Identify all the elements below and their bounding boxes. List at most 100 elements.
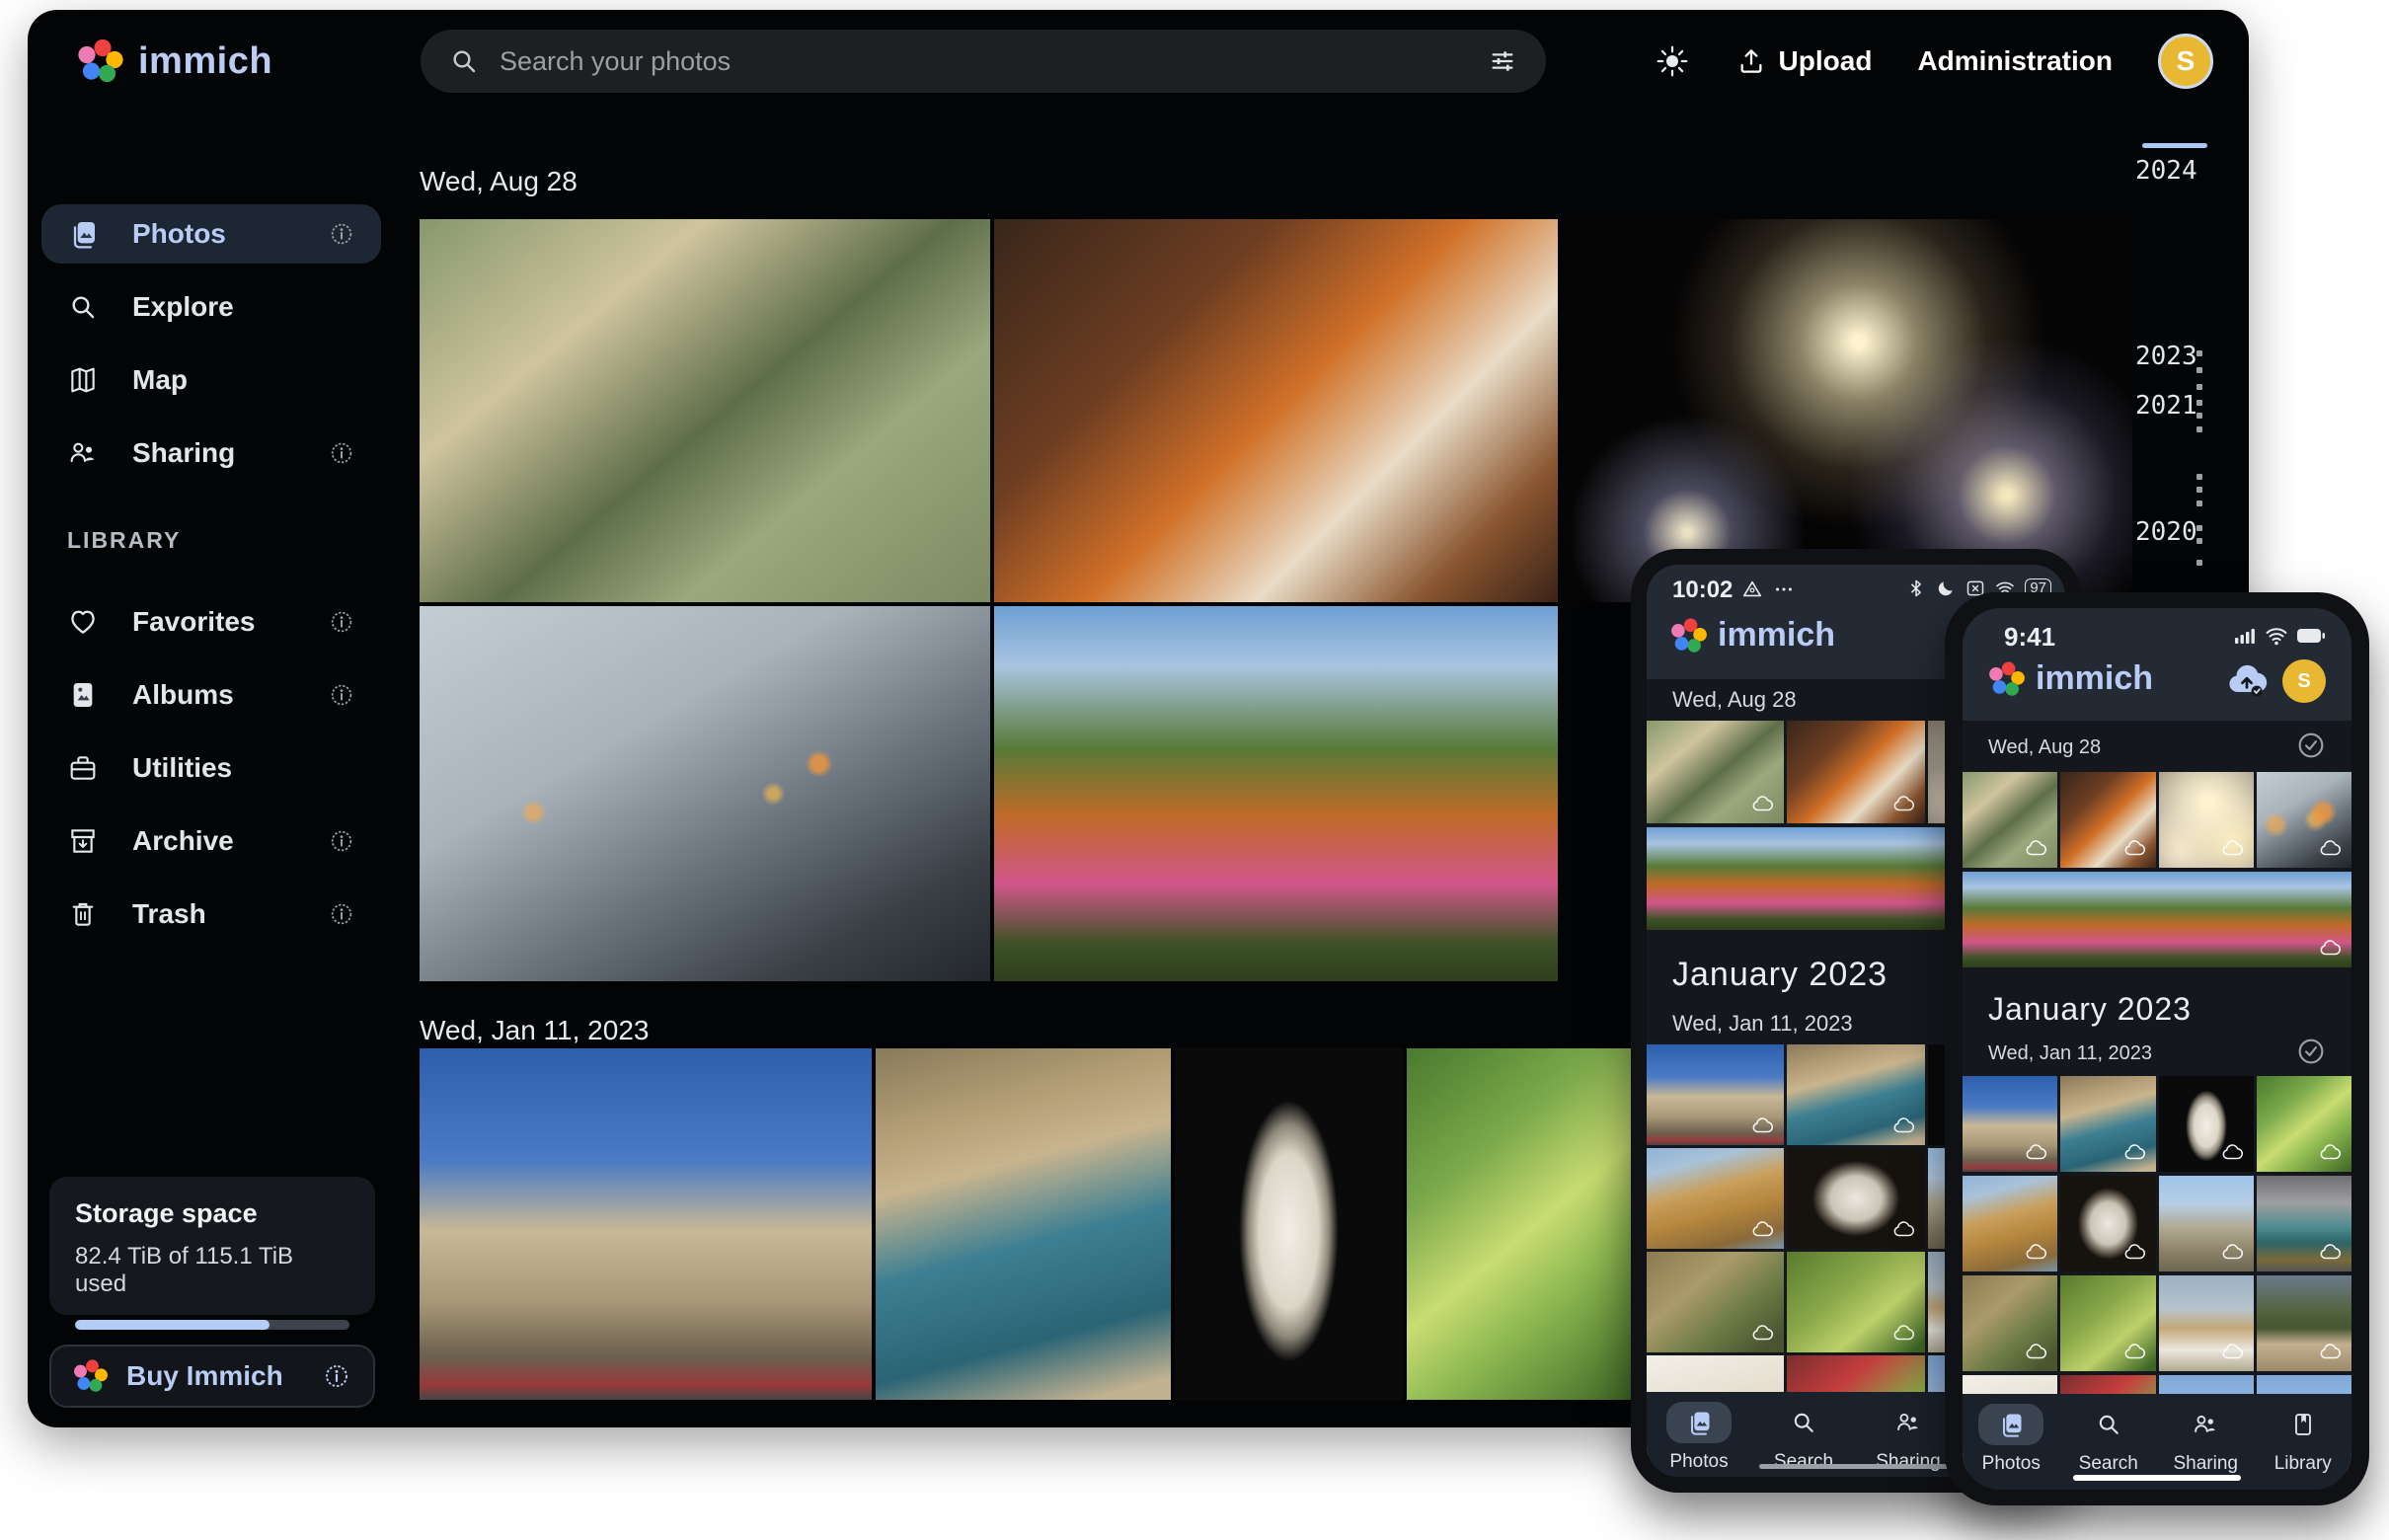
photo-bust[interactable] (2159, 1076, 2254, 1172)
sidebar-item-albums[interactable]: Albums (41, 665, 381, 725)
photo-fortress[interactable] (1647, 1044, 1784, 1145)
photo-alpine[interactable] (2257, 1275, 2351, 1371)
nav-photos[interactable]: Photos (1647, 1402, 1751, 1473)
ios-user-avatar[interactable]: S (2282, 659, 2326, 703)
photo-grapes[interactable] (2257, 1076, 2351, 1172)
heart-icon (67, 606, 99, 638)
nav-label: Sharing (1876, 1451, 1941, 1473)
briefcase-icon (67, 752, 99, 784)
photo-park[interactable] (1963, 872, 2351, 967)
app-brand[interactable]: immich (77, 38, 272, 85)
timeline-year-2020[interactable]: 2020 (2135, 517, 2216, 547)
administration-link[interactable]: Administration (1917, 45, 2113, 77)
ios-status-icons (2233, 624, 2326, 648)
photo-wall[interactable] (2159, 1176, 2254, 1271)
info-icon[interactable] (328, 220, 355, 248)
sidebar-item-sharing[interactable]: Sharing (41, 424, 381, 483)
search-input[interactable]: Search your photos (500, 46, 1467, 77)
photo-fireworks[interactable] (2159, 772, 2254, 868)
info-icon[interactable] (328, 439, 355, 467)
wifi-icon (2265, 624, 2288, 648)
immich-logo-icon (73, 1358, 109, 1394)
ios-month-header: January 2023 (1988, 991, 2192, 1028)
photo-coast[interactable] (2060, 1076, 2155, 1172)
ios-photo-grid (1963, 1176, 2351, 1271)
nav-search[interactable]: Search (1751, 1402, 1856, 1473)
search-filter-icon[interactable] (1487, 45, 1518, 77)
photo-zoo[interactable] (1963, 772, 2057, 868)
search-bar[interactable]: Search your photos (421, 30, 1546, 93)
timeline-dot (2196, 413, 2202, 419)
sidebar-item-favorites[interactable]: Favorites (41, 592, 381, 652)
home-indicator[interactable] (1759, 1464, 1953, 1469)
android-status-left-icons (1741, 578, 1795, 600)
user-avatar[interactable]: S (2158, 34, 2213, 89)
photo-zoo[interactable] (420, 219, 990, 602)
cloud-sync-icon[interactable] (2225, 659, 2269, 703)
info-icon[interactable] (328, 681, 355, 709)
sidebar-label-favorites: Favorites (132, 606, 294, 638)
search-icon (2095, 1411, 2122, 1438)
photo-beach[interactable] (1963, 1176, 2057, 1271)
sidebar-item-trash[interactable]: Trash (41, 885, 381, 944)
photo-zoo[interactable] (1647, 721, 1784, 823)
timeline-year-2021[interactable]: 2021 (2135, 391, 2216, 421)
ios-date-aug28: Wed, Aug 28 (1988, 736, 2101, 759)
timeline-dot (2196, 487, 2202, 493)
photo-sculpture[interactable] (1787, 1148, 1924, 1249)
photo-lizard-moss[interactable] (1787, 1252, 1924, 1352)
ios-photo-grid (1963, 872, 2351, 967)
buy-immich-button[interactable]: Buy Immich (49, 1345, 375, 1408)
timeline-year-2024[interactable]: 2024 (2135, 156, 2216, 186)
trash-icon (67, 898, 99, 930)
photo-fireworks[interactable] (1562, 219, 2132, 602)
photo-dinner[interactable] (994, 219, 1558, 602)
photo-dinner[interactable] (2060, 772, 2155, 868)
nav-search[interactable]: Search (2060, 1404, 2158, 1475)
battery-icon (2296, 628, 2326, 644)
photo-fortress[interactable] (1963, 1076, 2057, 1172)
sidebar-label-sharing: Sharing (132, 437, 294, 469)
info-icon[interactable] (328, 827, 355, 855)
photo-lizard-rocks[interactable] (1963, 1275, 2057, 1371)
select-all-check-icon[interactable] (2294, 729, 2328, 762)
info-icon[interactable] (328, 900, 355, 928)
photo-bust[interactable] (1175, 1048, 1403, 1400)
sidebar-item-photos[interactable]: Photos (41, 204, 381, 264)
android-date-aug28: Wed, Aug 28 (1672, 687, 1797, 713)
sidebar-item-map[interactable]: Map (41, 350, 381, 410)
photo-ornament[interactable] (2257, 1176, 2351, 1271)
upload-button[interactable]: Upload (1735, 45, 1873, 77)
photo-park[interactable] (994, 606, 1558, 981)
select-all-check-icon[interactable] (2294, 1035, 2328, 1068)
sidebar-item-explore[interactable]: Explore (41, 277, 381, 337)
photo-lizard-moss[interactable] (2060, 1275, 2155, 1371)
photo-beach[interactable] (1647, 1148, 1784, 1249)
photo-coast[interactable] (1787, 1044, 1924, 1145)
photo-grapes[interactable] (1407, 1048, 1640, 1400)
sidebar-label-archive: Archive (132, 825, 294, 857)
nav-label: Library (2274, 1453, 2332, 1475)
timeline-dot (2196, 500, 2202, 506)
photo-hands[interactable] (420, 606, 990, 981)
photo-hands[interactable] (2257, 772, 2351, 868)
timeline-dot (2196, 525, 2202, 531)
photo-snow-church[interactable] (2159, 1275, 2254, 1371)
home-indicator[interactable] (2073, 1475, 2241, 1481)
sidebar-label-explore: Explore (132, 291, 355, 323)
photo-sculpture[interactable] (2060, 1176, 2155, 1271)
nav-library[interactable]: Library (2255, 1404, 2352, 1475)
photo-fortress[interactable] (420, 1048, 872, 1400)
photo-dinner[interactable] (1787, 721, 1924, 823)
photo-lizard-rocks[interactable] (1647, 1252, 1784, 1352)
info-icon[interactable] (328, 608, 355, 636)
timeline-year-2023[interactable]: 2023 (2135, 342, 2216, 371)
sidebar-item-archive[interactable]: Archive (41, 811, 381, 871)
sidebar-item-utilities[interactable]: Utilities (41, 738, 381, 798)
photo-coast[interactable] (876, 1048, 1171, 1400)
theme-toggle-icon[interactable] (1655, 43, 1690, 79)
nav-photos[interactable]: Photos (1963, 1404, 2060, 1475)
ios-date-jan11: Wed, Jan 11, 2023 (1988, 1042, 2152, 1065)
nav-sharing[interactable]: Sharing (2157, 1404, 2255, 1475)
info-icon[interactable] (322, 1361, 351, 1391)
